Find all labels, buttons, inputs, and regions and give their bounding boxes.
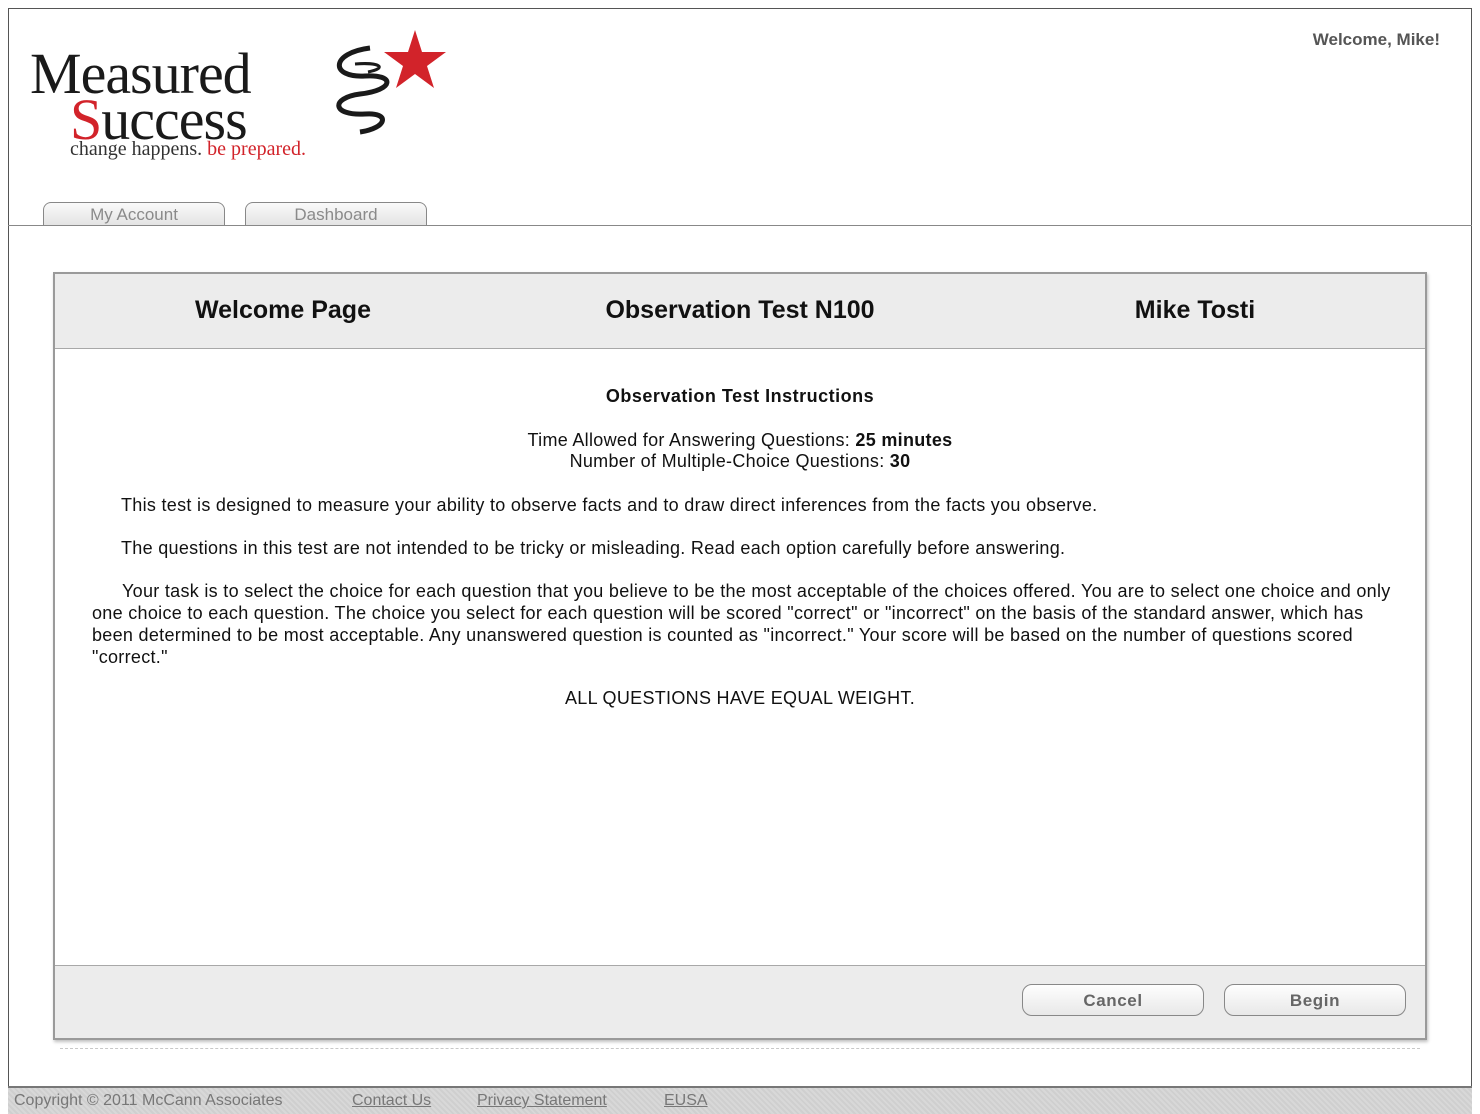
welcome-user-text: Welcome, Mike!	[1312, 30, 1440, 49]
instructions-paragraph: This test is designed to measure your ab…	[121, 495, 1098, 515]
candidate-name: Mike Tosti	[1134, 296, 1256, 324]
dashed-divider	[60, 1048, 1420, 1049]
measured-success-logo[interactable]: Measured Success change happens. be prep…	[30, 28, 450, 168]
tab-dashboard[interactable]: Dashboard	[245, 202, 427, 225]
logo-tagline: change happens. be prepared.	[70, 138, 306, 160]
instructions-title: Observation Test Instructions	[605, 386, 875, 406]
contact-us-link[interactable]: Contact Us	[352, 1088, 431, 1114]
begin-button[interactable]: Begin	[1224, 984, 1406, 1016]
test-instructions-panel: Welcome Page Observation Test N100 Mike …	[53, 272, 1427, 1040]
time-allowed: Time Allowed for Answering Questions: 25…	[527, 430, 953, 450]
panel-header: Welcome Page Observation Test N100 Mike …	[55, 274, 1425, 349]
equal-weight-note: ALL QUESTIONS HAVE EQUAL WEIGHT.	[564, 688, 915, 708]
tab-my-account[interactable]: My Account	[43, 202, 225, 225]
header-divider	[8, 225, 1472, 226]
privacy-statement-link[interactable]: Privacy Statement	[477, 1088, 607, 1114]
panel-footer: Cancel Begin	[55, 965, 1425, 1038]
instructions-body: Observation Test Instructions Time Allow…	[55, 350, 1425, 966]
page-title: Welcome Page	[194, 296, 371, 324]
eusa-link[interactable]: EUSA	[664, 1088, 708, 1114]
page-footer: Copyright © 2011 McCann Associates Conta…	[8, 1086, 1472, 1114]
logo-swirl-star-icon	[336, 30, 446, 135]
instructions-paragraph: The questions in this test are not inten…	[121, 538, 1066, 558]
copyright-text: Copyright © 2011 McCann Associates	[14, 1092, 283, 1109]
test-name: Observation Test N100	[605, 296, 875, 324]
instructions-paragraph: Your task is to select the choice for ea…	[92, 581, 1391, 667]
question-count: Number of Multiple-Choice Questions: 30	[569, 451, 911, 471]
cancel-button[interactable]: Cancel	[1022, 984, 1204, 1016]
